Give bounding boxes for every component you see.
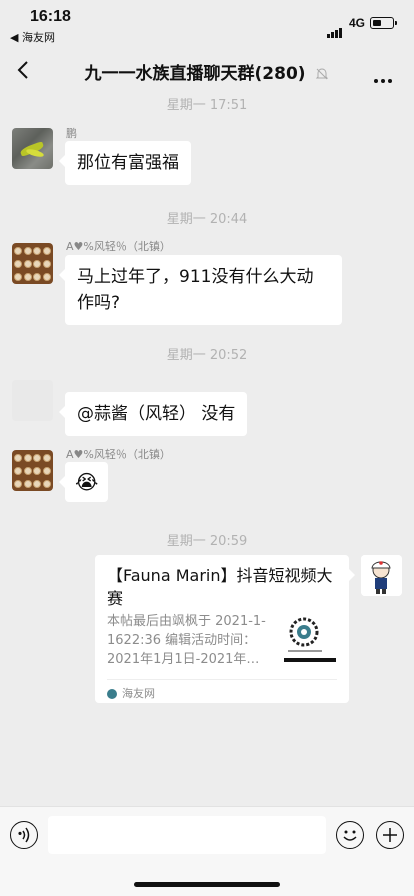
home-indicator[interactable] xyxy=(134,882,280,887)
site-logo-icon xyxy=(107,689,117,699)
self-avatar[interactable] xyxy=(361,555,402,596)
card-title: 【Fauna Marin】抖音短视频大赛 xyxy=(107,566,333,608)
link-card[interactable]: 【Fauna Marin】抖音短视频大赛 本帖最后由飒枫于 2021-1-162… xyxy=(95,555,355,703)
voice-icon xyxy=(18,827,30,843)
avatar[interactable] xyxy=(12,243,53,284)
card-source: 海友网 xyxy=(107,685,155,701)
emoji-bubble[interactable]: 😭 xyxy=(58,462,109,502)
back-to-app-link[interactable]: ◀ 海友网 xyxy=(10,29,55,45)
card-thumbnail xyxy=(282,612,338,668)
timestamp: 星期一 20:44 xyxy=(166,212,248,227)
emoji-button[interactable] xyxy=(336,821,364,849)
timestamp: 星期一 20:52 xyxy=(166,348,248,363)
message-bubble[interactable]: @蒜酱（风轻） 没有 xyxy=(58,392,248,436)
sender-name: 鹏 xyxy=(66,127,77,140)
chat-header: 九一一水族直播聊天群(280) xyxy=(0,50,414,90)
status-time: 16:18 xyxy=(30,8,71,25)
avatar[interactable] xyxy=(12,450,53,491)
network-label: 4G xyxy=(349,16,366,30)
chat-title: 九一一水族直播聊天群(280) xyxy=(84,64,306,84)
battery-icon xyxy=(370,17,397,29)
plus-button[interactable] xyxy=(376,821,404,849)
emoji-icon xyxy=(343,830,357,841)
card-description: 本帖最后由飒枫于 2021-1-1622:36 编辑活动时间：2021年1月1日… xyxy=(107,614,266,667)
message-bubble[interactable]: 那位有富强福 xyxy=(59,141,191,185)
bell-off-icon xyxy=(316,68,329,80)
timestamp: 星期一 17:51 xyxy=(166,98,248,113)
cartoon-avatar-icon xyxy=(361,555,402,596)
chat-title-wrap: 九一一水族直播聊天群(280) xyxy=(0,59,414,84)
plus-icon xyxy=(383,828,397,842)
avatar[interactable] xyxy=(12,380,53,421)
more-dots-icon xyxy=(374,79,378,83)
voice-button[interactable] xyxy=(10,821,38,849)
qr-code-icon xyxy=(284,617,336,662)
status-bar: 16:18 ◀ 海友网 4G xyxy=(0,0,414,44)
message-input[interactable] xyxy=(48,816,326,854)
sender-name: A♥%风轻％（北镇） xyxy=(66,240,171,253)
more-button[interactable] xyxy=(374,68,395,87)
sender-name: A♥%风轻％（北镇） xyxy=(66,448,171,461)
signal-icon xyxy=(327,19,343,38)
timestamp: 星期一 20:59 xyxy=(166,534,248,549)
avatar[interactable] xyxy=(12,128,53,169)
message-bubble[interactable]: 马上过年了，911没有什么大动作吗? xyxy=(59,255,342,325)
